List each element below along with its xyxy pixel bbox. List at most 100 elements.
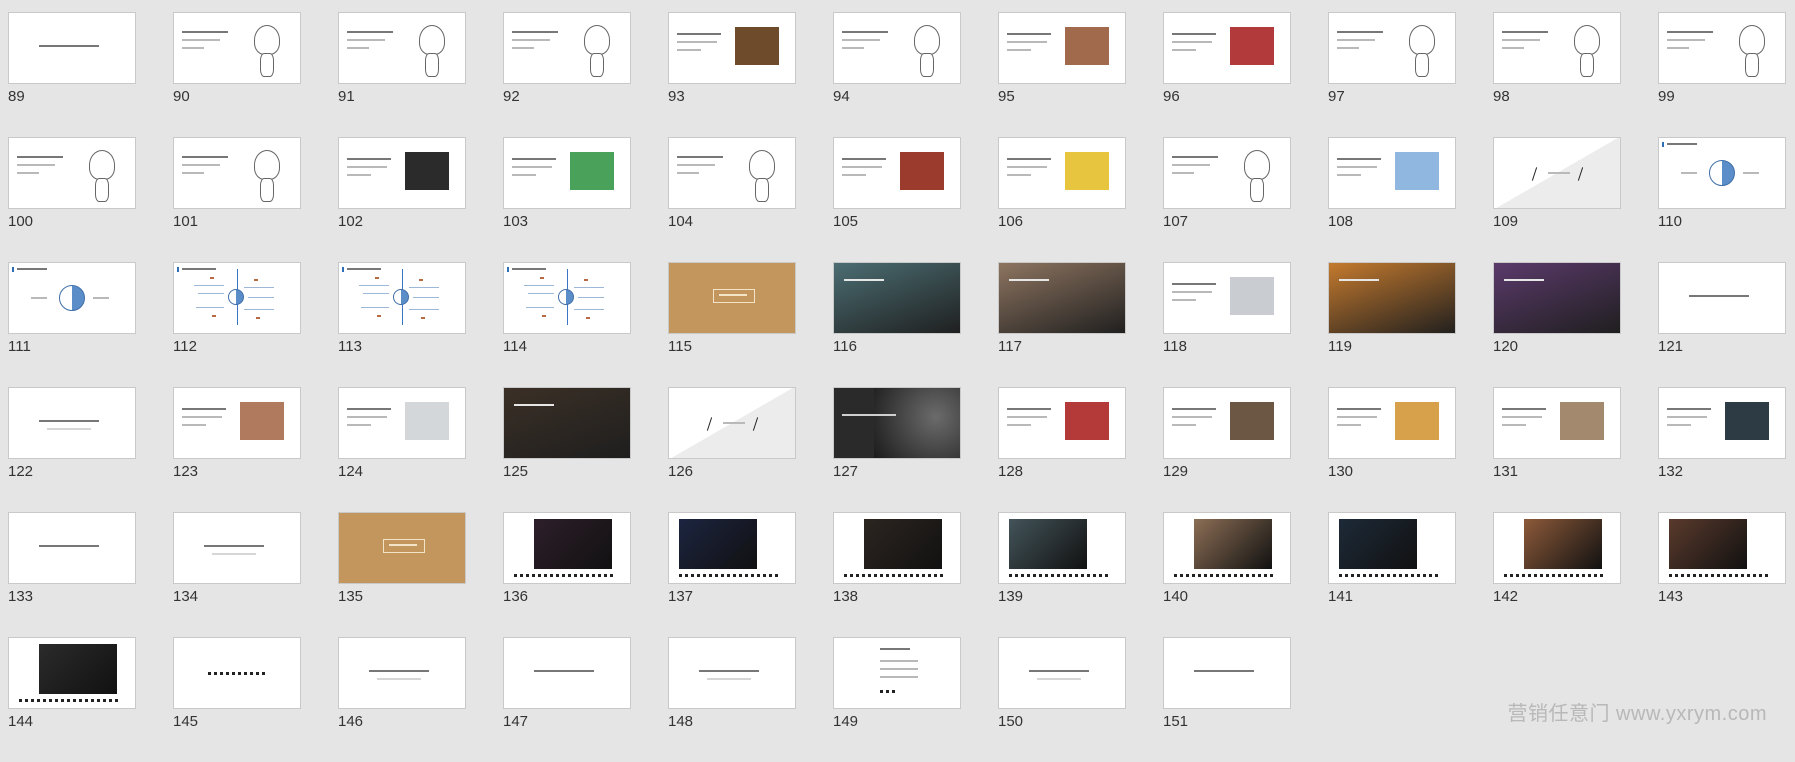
slide-thumbnail[interactable]: 149 bbox=[833, 637, 961, 762]
slide-preview bbox=[1163, 262, 1291, 334]
slide-number: 129 bbox=[1163, 463, 1189, 480]
slide-thumbnail[interactable]: 139 bbox=[998, 512, 1126, 637]
slide-thumbnail[interactable]: 96 bbox=[1163, 12, 1291, 137]
label-dot bbox=[421, 317, 425, 319]
slide-thumbnail[interactable]: 146 bbox=[338, 637, 466, 762]
slide-number: 134 bbox=[173, 588, 199, 605]
slide-thumbnail[interactable]: 104 bbox=[668, 137, 796, 262]
slide-thumbnail[interactable]: 89 bbox=[8, 12, 136, 137]
slide-preview bbox=[173, 637, 301, 709]
slide-preview bbox=[1658, 137, 1786, 209]
slide-thumbnail[interactable]: 128 bbox=[998, 387, 1126, 512]
slide-thumbnail[interactable]: 90 bbox=[173, 12, 301, 137]
slide-thumbnail[interactable]: 103 bbox=[503, 137, 631, 262]
slide-thumbnail[interactable]: 114 bbox=[503, 262, 631, 387]
slide-thumbnail[interactable]: 121 bbox=[1658, 262, 1786, 387]
slide-thumbnail[interactable]: 125 bbox=[503, 387, 631, 512]
slide-thumbnail[interactable]: 97 bbox=[1328, 12, 1456, 137]
slide-thumbnail[interactable]: 137 bbox=[668, 512, 796, 637]
accent-bar bbox=[507, 267, 509, 272]
slide-number: 138 bbox=[833, 588, 859, 605]
slide-thumbnail[interactable]: 106 bbox=[998, 137, 1126, 262]
slide-thumbnail[interactable]: 115 bbox=[668, 262, 796, 387]
text-line bbox=[842, 39, 880, 41]
slide-thumbnail[interactable]: 138 bbox=[833, 512, 961, 637]
text-line bbox=[1172, 172, 1194, 174]
cartoon-body bbox=[1745, 53, 1759, 77]
slide-thumbnail[interactable]: 98 bbox=[1493, 12, 1621, 137]
slide-thumbnail[interactable]: 101 bbox=[173, 137, 301, 262]
slide-thumbnail[interactable]: 127 bbox=[833, 387, 961, 512]
slide-thumbnail[interactable]: 117 bbox=[998, 262, 1126, 387]
photo bbox=[1194, 519, 1272, 569]
slide-thumbnail[interactable]: 126 bbox=[668, 387, 796, 512]
slide-thumbnail[interactable]: 116 bbox=[833, 262, 961, 387]
slide-thumbnail[interactable]: 134 bbox=[173, 512, 301, 637]
slide-thumbnail[interactable]: 133 bbox=[8, 512, 136, 637]
slide-thumbnail[interactable]: 119 bbox=[1328, 262, 1456, 387]
text-line bbox=[512, 268, 546, 270]
slide-thumbnail[interactable]: 91 bbox=[338, 12, 466, 137]
slide-thumbnail[interactable]: 141 bbox=[1328, 512, 1456, 637]
slide-thumbnail[interactable]: 132 bbox=[1658, 387, 1786, 512]
text-line bbox=[39, 45, 99, 47]
text-line bbox=[1007, 416, 1047, 418]
caption-dashes bbox=[19, 699, 119, 702]
slide-thumbnail[interactable]: 94 bbox=[833, 12, 961, 137]
slide-number: 140 bbox=[1163, 588, 1189, 605]
cartoon-figure bbox=[89, 150, 115, 180]
slide-thumbnail[interactable]: 99 bbox=[1658, 12, 1786, 137]
text-line bbox=[1681, 172, 1697, 174]
title-box bbox=[383, 539, 425, 553]
slide-thumbnail[interactable]: 102 bbox=[338, 137, 466, 262]
text-line bbox=[182, 39, 220, 41]
slide-preview bbox=[668, 12, 796, 84]
slide-thumbnail[interactable]: 130 bbox=[1328, 387, 1456, 512]
slide-thumbnail[interactable]: 124 bbox=[338, 387, 466, 512]
slide-thumbnail[interactable]: 140 bbox=[1163, 512, 1291, 637]
slide-thumbnail[interactable]: 145 bbox=[173, 637, 301, 762]
slide-thumbnail[interactable]: 136 bbox=[503, 512, 631, 637]
slide-preview bbox=[1163, 12, 1291, 84]
slide-preview bbox=[668, 387, 796, 459]
slide-thumbnail[interactable]: 122 bbox=[8, 387, 136, 512]
slide-thumbnail[interactable]: 150 bbox=[998, 637, 1126, 762]
slide-thumbnail[interactable]: 93 bbox=[668, 12, 796, 137]
photo bbox=[1494, 263, 1620, 333]
slide-thumbnail[interactable]: 100 bbox=[8, 137, 136, 262]
text-line bbox=[1007, 41, 1047, 43]
slide-thumbnail[interactable]: 105 bbox=[833, 137, 961, 262]
slide-thumbnail[interactable]: 111 bbox=[8, 262, 136, 387]
text-line bbox=[1502, 408, 1546, 410]
slide-thumbnail[interactable]: 131 bbox=[1493, 387, 1621, 512]
slide-thumbnail[interactable]: 108 bbox=[1328, 137, 1456, 262]
slide-thumbnail[interactable]: 92 bbox=[503, 12, 631, 137]
text-line bbox=[677, 41, 717, 43]
slide-thumbnail[interactable]: 142 bbox=[1493, 512, 1621, 637]
slide-thumbnail[interactable]: 151 bbox=[1163, 637, 1291, 762]
slide-thumbnail[interactable]: 135 bbox=[338, 512, 466, 637]
slide-thumbnail[interactable]: 144 bbox=[8, 637, 136, 762]
text-line bbox=[842, 174, 866, 176]
slide-thumbnail[interactable]: 123 bbox=[173, 387, 301, 512]
slide-thumbnail[interactable]: 107 bbox=[1163, 137, 1291, 262]
slide-thumbnail[interactable]: 118 bbox=[1163, 262, 1291, 387]
slide-thumbnail[interactable]: 143 bbox=[1658, 512, 1786, 637]
slide-thumbnail[interactable]: 129 bbox=[1163, 387, 1291, 512]
slide-thumbnail[interactable]: 148 bbox=[668, 637, 796, 762]
slide-thumbnail[interactable]: 113 bbox=[338, 262, 466, 387]
slide-preview bbox=[833, 262, 961, 334]
cartoon-figure bbox=[1244, 150, 1270, 180]
text-line bbox=[1029, 670, 1089, 672]
slide-thumbnail[interactable]: 95 bbox=[998, 12, 1126, 137]
slide-number: 105 bbox=[833, 213, 859, 230]
photo bbox=[405, 152, 449, 190]
slide-thumbnail[interactable]: 110 bbox=[1658, 137, 1786, 262]
text-line bbox=[1009, 279, 1049, 281]
slide-number: 116 bbox=[833, 338, 857, 355]
slide-thumbnail[interactable]: 109 bbox=[1493, 137, 1621, 262]
slide-thumbnail[interactable]: 147 bbox=[503, 637, 631, 762]
slide-thumbnail[interactable]: 120 bbox=[1493, 262, 1621, 387]
text-line bbox=[512, 166, 552, 168]
slide-thumbnail[interactable]: 112 bbox=[173, 262, 301, 387]
